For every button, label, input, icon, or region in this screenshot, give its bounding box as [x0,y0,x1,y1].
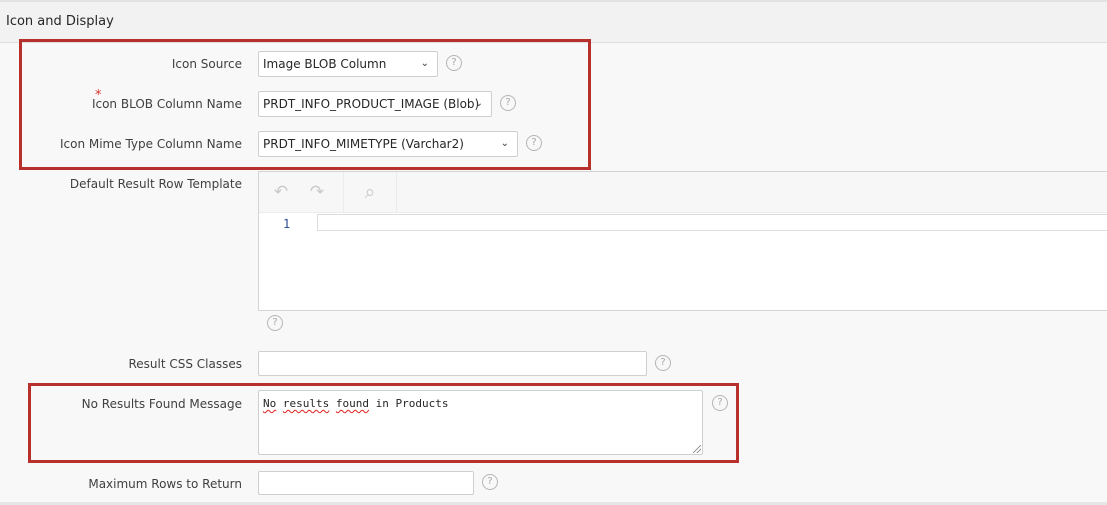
toolbar-divider [343,172,344,212]
result-css-classes-input[interactable] [258,351,647,376]
help-circle-icon[interactable]: ? [267,315,283,331]
help-circle-icon[interactable]: ? [482,474,498,490]
editor-active-line[interactable] [317,214,1107,231]
highlight-box-icon-fields [19,39,591,170]
toolbar-divider [396,172,397,212]
redo-icon[interactable]: ↷ [306,181,328,203]
highlight-box-no-results [28,383,739,463]
editor-toolbar: ↶ ↷ ⌕ [259,172,1107,213]
section-header[interactable]: Icon and Display [0,2,1107,43]
help-circle-icon[interactable]: ? [655,355,671,371]
default-row-template-label: Default Result Row Template [69,177,242,191]
code-editor[interactable]: ↶ ↷ ⌕ 1 [258,171,1107,311]
section-title: Icon and Display [6,14,114,29]
max-rows-input[interactable] [258,471,474,495]
search-icon[interactable]: ⌕ [359,181,381,203]
result-css-classes-label: Result CSS Classes [128,357,242,371]
max-rows-label: Maximum Rows to Return [88,477,242,491]
line-number: 1 [283,217,291,231]
undo-icon[interactable]: ↶ [270,181,292,203]
